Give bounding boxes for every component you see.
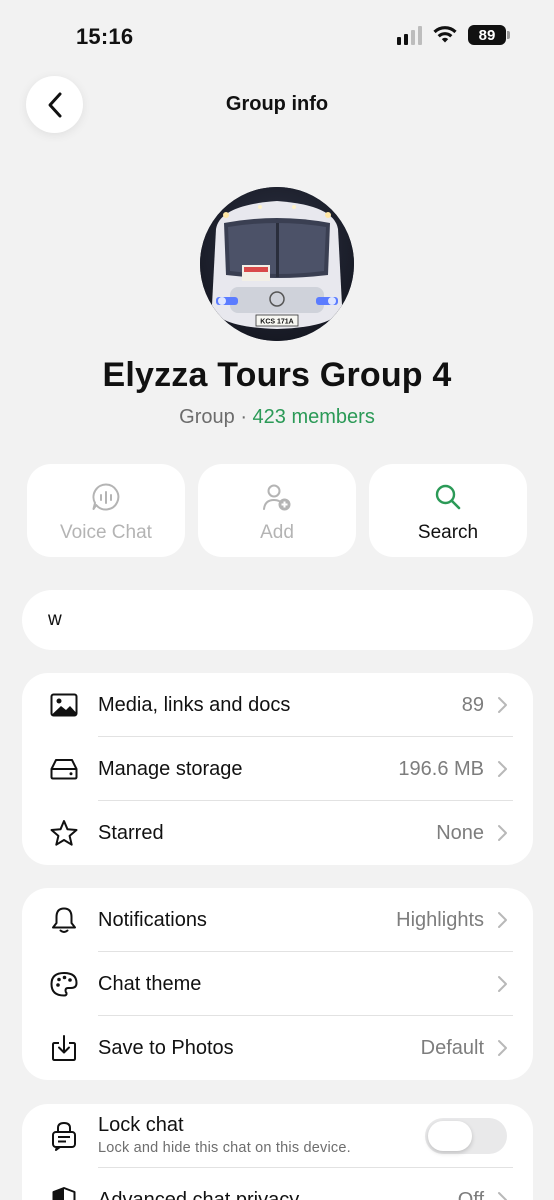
chevron-right-icon <box>498 1040 507 1056</box>
download-icon <box>52 1035 76 1061</box>
save-to-photos-row[interactable]: Save to Photos Default <box>22 1016 533 1080</box>
starred-value: None <box>436 821 484 844</box>
notifications-row[interactable]: Notifications Highlights <box>22 888 533 952</box>
chat-theme-label: Chat theme <box>98 972 202 995</box>
settings-section: Notifications Highlights Chat theme Save… <box>22 888 533 1080</box>
chat-theme-row[interactable]: Chat theme <box>22 952 533 1016</box>
media-links-docs-row[interactable]: Media, links and docs 89 <box>22 673 533 737</box>
add-member-label: Add <box>260 522 294 543</box>
media-section: Media, links and docs 89 Manage storage … <box>22 673 533 865</box>
battery-icon: 89 <box>468 25 510 45</box>
group-info-screen: 15:16 89 Group info KCS 171A Elyzza Tour… <box>0 0 554 1200</box>
starred-label: Starred <box>98 821 164 844</box>
members-count-link[interactable]: 423 members <box>253 406 375 428</box>
shield-icon <box>52 1187 76 1200</box>
lock-chat-label: Lock chat <box>98 1114 184 1136</box>
starred-row[interactable]: Starred None <box>22 801 533 865</box>
advanced-chat-privacy-value: Off <box>457 1188 484 1200</box>
image-icon <box>50 693 78 717</box>
lock-chat-subtitle: Lock and hide this chat on this device. <box>98 1140 351 1156</box>
group-avatar[interactable]: KCS 171A <box>200 187 354 341</box>
group-name: Elyzza Tours Group 4 <box>102 356 452 394</box>
add-member-button[interactable]: Add <box>198 464 356 557</box>
description-text: w <box>48 609 62 630</box>
search-button[interactable]: Search <box>369 464 527 557</box>
bell-icon <box>52 907 76 933</box>
star-icon <box>50 820 78 846</box>
meta-separator: · <box>234 406 253 428</box>
privacy-section: Lock chat Lock and hide this chat on thi… <box>22 1104 533 1200</box>
advanced-chat-privacy-row[interactable]: Advanced chat privacy Off <box>22 1168 533 1200</box>
manage-storage-row[interactable]: Manage storage 196.6 MB <box>22 737 533 801</box>
save-to-photos-label: Save to Photos <box>98 1036 234 1059</box>
voice-chat-label: Voice Chat <box>60 522 152 543</box>
chevron-right-icon <box>498 976 507 992</box>
chevron-right-icon <box>498 825 507 841</box>
group-meta: Group · 423 members <box>0 406 554 429</box>
battery-level: 89 <box>478 26 496 44</box>
chevron-right-icon <box>498 1192 507 1200</box>
status-icons: 89 <box>397 25 510 45</box>
media-count-value: 89 <box>461 693 484 716</box>
chevron-right-icon <box>498 912 507 928</box>
notifications-value: Highlights <box>396 908 484 931</box>
page-title: Group info <box>225 93 329 115</box>
status-time: 15:16 <box>76 24 134 49</box>
storage-icon <box>50 759 78 780</box>
lock-chat-toggle[interactable] <box>425 1118 507 1154</box>
storage-size-value: 196.6 MB <box>398 757 484 780</box>
voice-chat-button[interactable]: Voice Chat <box>27 464 185 557</box>
group-type-label: Group <box>179 406 235 428</box>
avatar-plate: KCS 171A <box>260 319 293 326</box>
lock-chat-row: Lock chat Lock and hide this chat on thi… <box>22 1104 533 1168</box>
toggle-knob <box>428 1121 472 1151</box>
status-bar: 15:16 89 <box>0 0 554 70</box>
palette-icon <box>50 972 78 997</box>
save-to-photos-value: Default <box>420 1036 484 1059</box>
lock-chat-icon <box>52 1121 76 1151</box>
search-label: Search <box>417 522 479 543</box>
media-links-docs-label: Media, links and docs <box>98 693 291 716</box>
bus-photo: KCS 171A <box>200 187 354 341</box>
voice-chat-icon <box>92 483 120 511</box>
chevron-right-icon <box>498 761 507 777</box>
chevron-right-icon <box>498 697 507 713</box>
wifi-icon <box>433 26 457 43</box>
group-description[interactable]: w <box>22 590 533 650</box>
signal-icon <box>397 25 422 45</box>
add-person-icon <box>263 484 291 511</box>
search-icon <box>435 484 461 510</box>
notifications-label: Notifications <box>98 908 207 931</box>
manage-storage-label: Manage storage <box>98 757 243 780</box>
advanced-chat-privacy-label: Advanced chat privacy <box>98 1188 300 1200</box>
